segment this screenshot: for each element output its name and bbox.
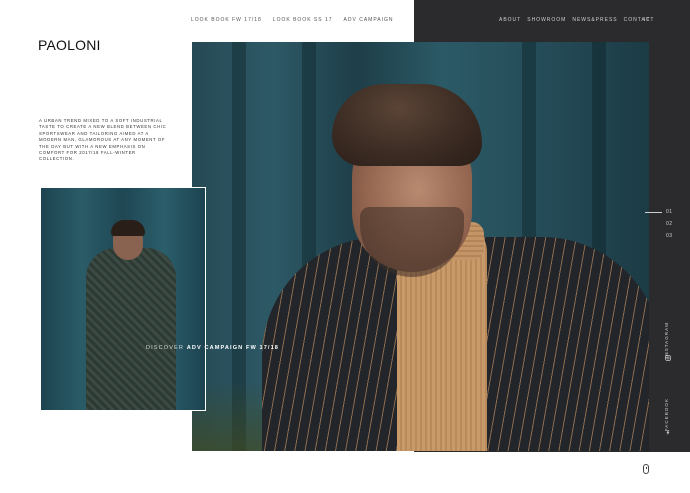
- brand-logo[interactable]: PAOLONI: [38, 37, 101, 53]
- mouse-scroll-icon[interactable]: [643, 464, 649, 474]
- campaign-thumbnail[interactable]: [40, 187, 206, 411]
- nav-lookbook-ss[interactable]: LOOK BOOK SS 17: [273, 17, 333, 23]
- slide-page-1[interactable]: 01: [666, 209, 673, 215]
- slide-page-3[interactable]: 03: [666, 233, 673, 239]
- nav-news-press[interactable]: NEWS&PRESS: [572, 17, 617, 23]
- slide-indicator-line: [645, 212, 662, 213]
- nav-adv-campaign[interactable]: ADV CAMPAIGN: [344, 17, 394, 23]
- intro-text: A URBAN TREND MIXED TO A SOFT INDUSTRIAL…: [39, 118, 167, 162]
- hero-image: [192, 42, 649, 451]
- slide-page-2[interactable]: 02: [666, 221, 673, 227]
- nav-about[interactable]: ABOUT: [499, 17, 521, 23]
- nav-showroom[interactable]: SHOWROOM: [527, 17, 566, 23]
- facebook-icon[interactable]: [665, 429, 671, 435]
- instagram-link[interactable]: INSTAGRAM: [664, 322, 669, 358]
- language-switch[interactable]: IT: [644, 17, 650, 23]
- discover-lead: DISCOVER: [146, 345, 185, 351]
- nav-lookbook-fw[interactable]: LOOK BOOK FW 17/18: [191, 17, 262, 23]
- main-nav: LOOK BOOK FW 17/18 LOOK BOOK SS 17 ADV C…: [191, 17, 394, 23]
- facebook-link[interactable]: FACEBOOK: [664, 398, 669, 431]
- secondary-nav: ABOUT SHOWROOM NEWS&PRESS CONTACT: [499, 17, 654, 23]
- discover-link[interactable]: DISCOVER ADV CAMPAIGN FW 17/18: [146, 345, 279, 351]
- discover-campaign-label: ADV CAMPAIGN FW 17/18: [186, 345, 279, 351]
- instagram-icon[interactable]: [665, 355, 671, 361]
